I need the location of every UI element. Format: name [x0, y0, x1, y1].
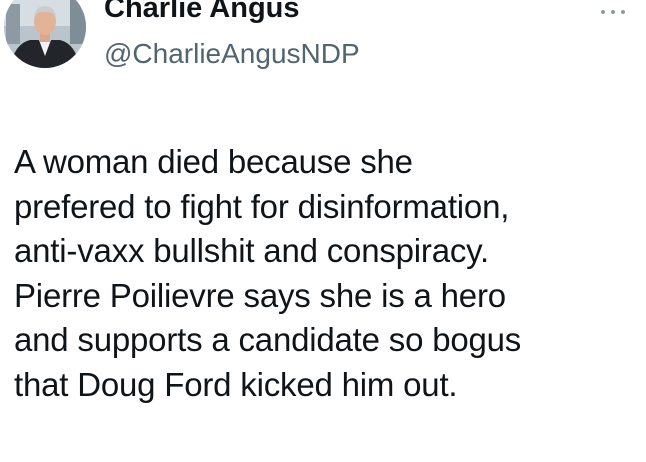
more-options-icon[interactable] [596, 4, 630, 20]
tweet-text-line: anti-vaxx bullshit and conspiracy. [14, 232, 489, 269]
tweet-text-line: that Doug Ford kicked him out. [14, 365, 458, 403]
tweet-text: A woman died because she prefered to fig… [14, 140, 639, 407]
tweet-text-line: A woman died because she [14, 143, 413, 180]
tweet-card: Charlie Angus @CharlieAngusNDP A woman d… [0, 0, 646, 462]
author-display-name[interactable]: Charlie Angus [104, 0, 300, 26]
tweet-text-line: and supports a candidate so bogus [14, 321, 522, 358]
tweet-text-line: Pierre Poilievre says she is a hero [14, 276, 506, 314]
tweet-text-line: prefered to fight for disinformation, [14, 187, 510, 225]
avatar-photo-icon [4, 0, 86, 68]
author-avatar[interactable] [4, 0, 86, 68]
author-handle[interactable]: @CharlieAngusNDP [104, 36, 360, 72]
